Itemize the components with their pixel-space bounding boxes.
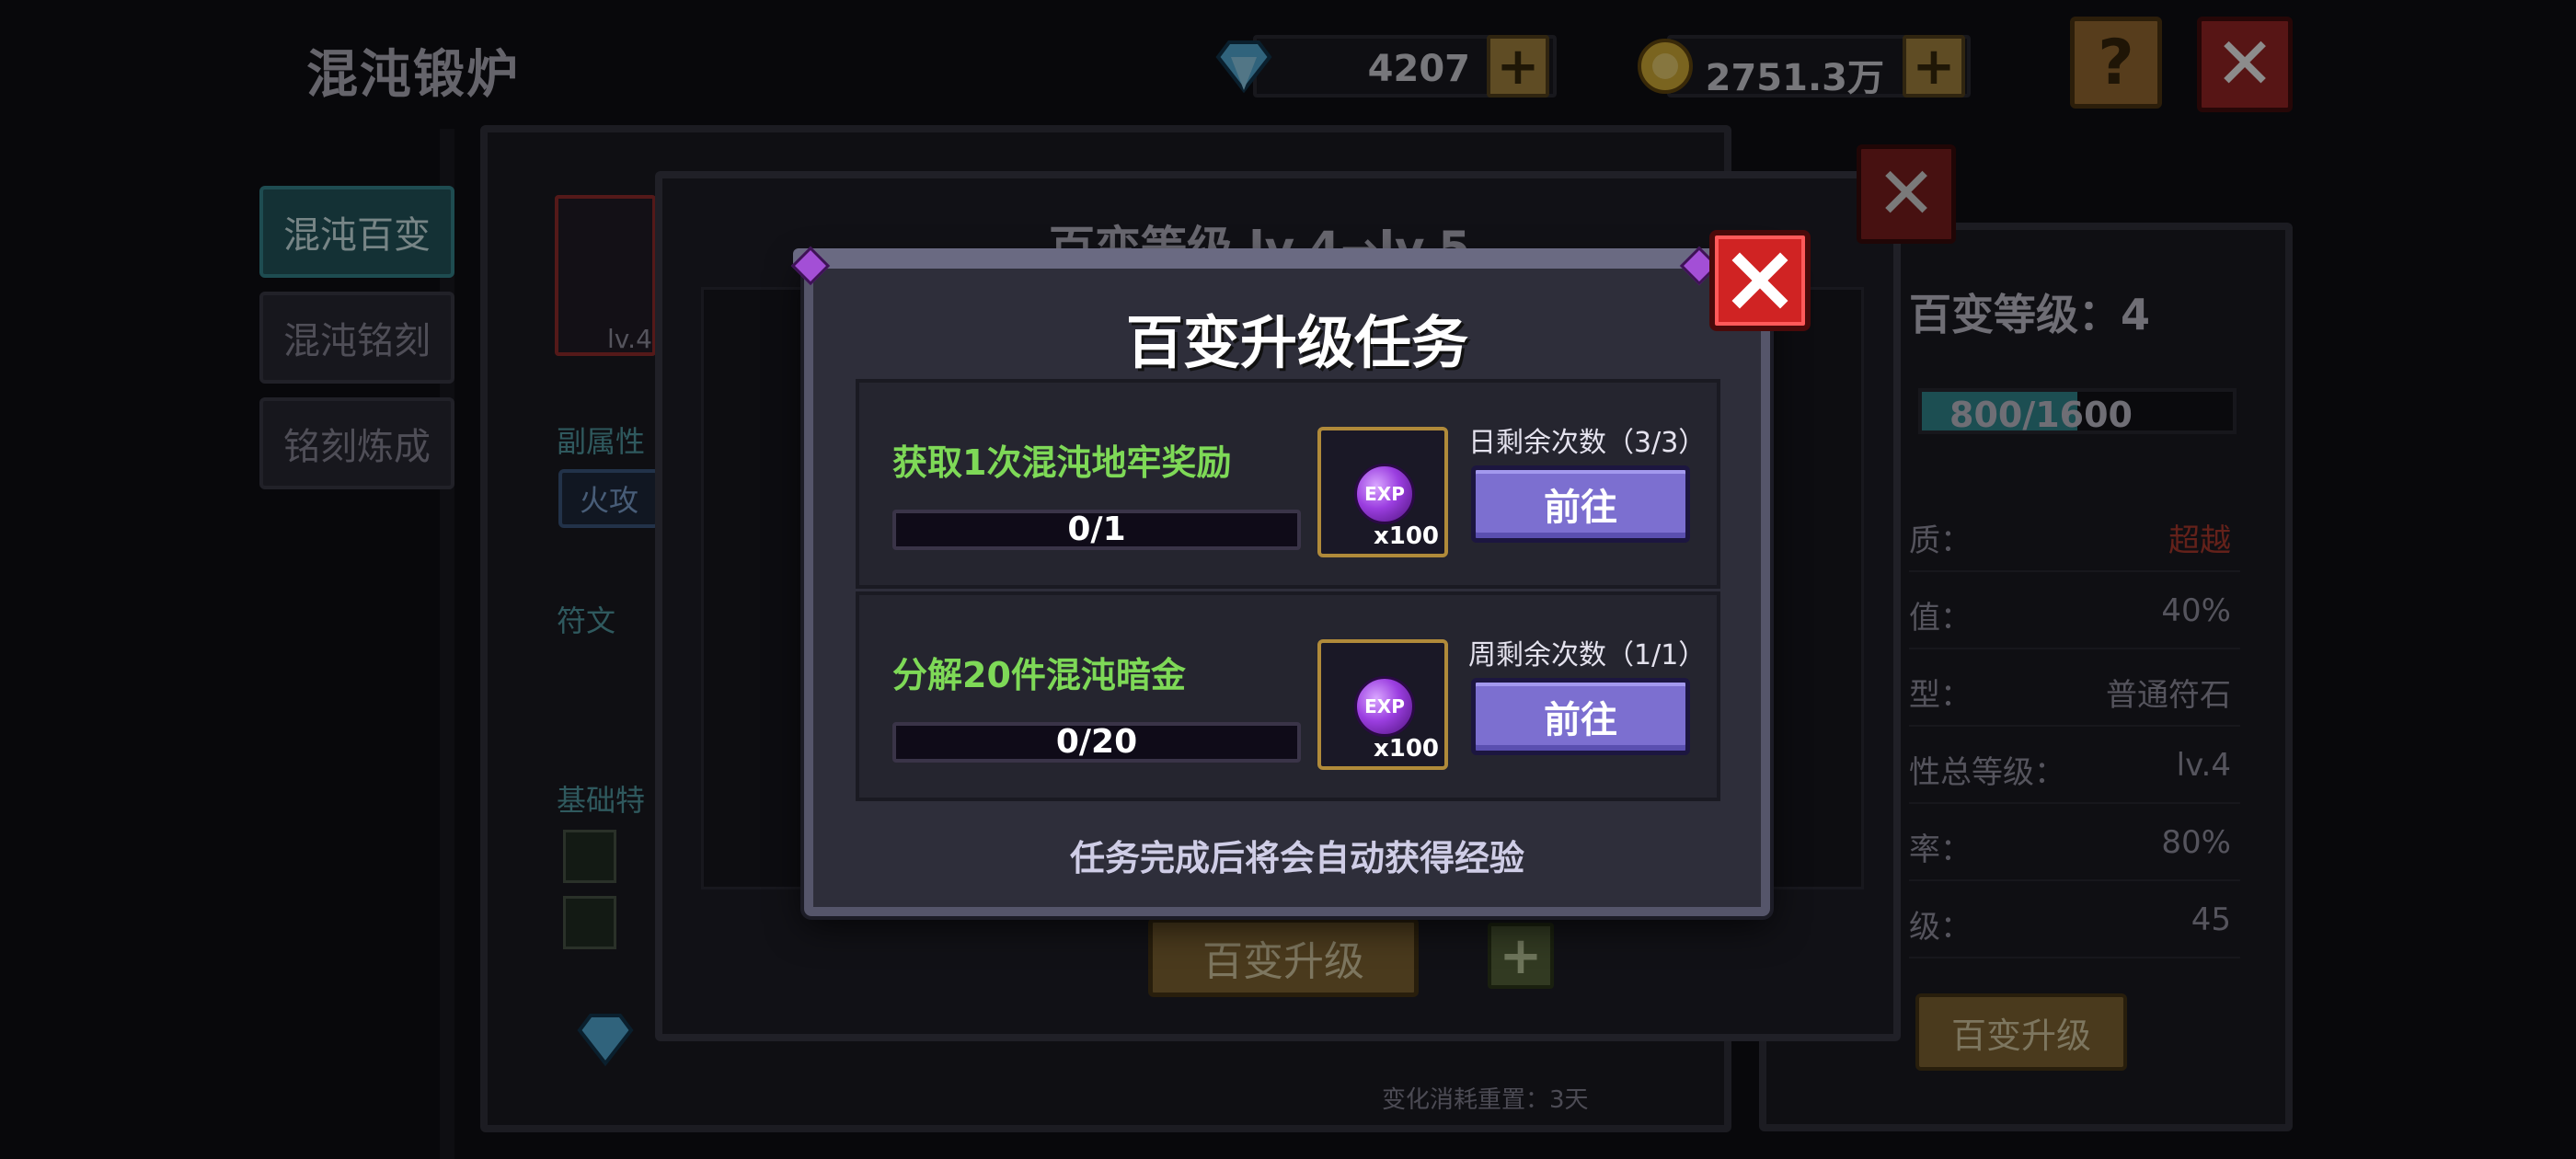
close-icon: ✕ [1876, 153, 1937, 235]
close-upgrade-panel-button[interactable]: ✕ [1857, 144, 1956, 244]
stat-value: 40% [2161, 592, 2231, 629]
close-dialog-button[interactable] [1709, 230, 1811, 331]
plus-icon: + [1499, 925, 1543, 986]
diamond-value: 4207 [1367, 48, 1470, 90]
add-gold-button[interactable]: + [1903, 35, 1965, 98]
exp-orb-icon: EXP [1354, 676, 1415, 737]
stat-value: 普通符石 [2106, 677, 2231, 714]
close-icon [1731, 252, 1788, 309]
task-progress-bar: 0/20 [892, 722, 1301, 763]
tab-inscribe-refine[interactable]: 铭刻炼成 [259, 397, 454, 489]
transform-level-title: 百变等级：4 [1909, 290, 2151, 339]
stat-key: 性总等级： [1909, 754, 2065, 791]
remaining-count: 日剩余次数（3/3） [1468, 427, 1707, 459]
stat-row: 率： 80% [1909, 806, 2240, 881]
base-label: 基础特 [557, 783, 646, 818]
go-button[interactable]: 前往 [1471, 465, 1690, 543]
character-level: lv.4 [607, 324, 652, 354]
stat-row: 性总等级： lv.4 [1909, 729, 2240, 804]
stat-value: 80% [2161, 824, 2231, 861]
dialog-top-ornament [793, 248, 1781, 269]
stat-value: 超越 [2168, 522, 2231, 559]
gold-value: 2751.3万 [1705, 57, 1884, 99]
stat-key: 值： [1909, 600, 1972, 637]
plus-icon: + [1912, 36, 1956, 97]
remaining-count: 周剩余次数（1/1） [1468, 639, 1707, 671]
close-forge-button[interactable]: ✕ [2197, 17, 2293, 112]
reset-note: 变化消耗重置：3天 [1382, 1086, 1589, 1114]
help-button[interactable]: ? [2070, 17, 2162, 109]
reward-slot[interactable]: EXP x100 [1317, 427, 1448, 557]
close-icon: ✕ [2214, 23, 2275, 106]
stat-key: 质： [1909, 522, 1972, 559]
reward-slot[interactable]: EXP x100 [1317, 639, 1448, 770]
task-name: 获取1次混沌地牢奖励 [892, 442, 1232, 483]
upgrade-button-right[interactable]: 百变升级 [1915, 993, 2127, 1071]
exp-orb-icon: EXP [1354, 464, 1415, 524]
task-row: 分解20件混沌暗金 0/20 EXP x100 周剩余次数（1/1） 前往 [856, 591, 1720, 801]
go-button[interactable]: 前往 [1471, 678, 1690, 755]
task-name: 分解20件混沌暗金 [892, 655, 1186, 695]
attr-chip[interactable]: 火攻 [558, 469, 660, 528]
diamond-icon [1215, 40, 1272, 94]
upgrade-button[interactable]: 百变升级 [1148, 918, 1419, 997]
stat-value: 45 [2191, 901, 2231, 938]
stat-key: 型： [1909, 677, 1972, 714]
stat-row: 级： 45 [1909, 883, 2240, 958]
add-material-button[interactable]: + [1488, 923, 1554, 989]
plus-icon: + [1496, 36, 1540, 97]
help-icon: ? [2098, 26, 2134, 99]
rune-label: 符文 [557, 603, 616, 638]
xp-text: 800/1600 [1949, 395, 2133, 435]
sub-attr-label: 副属性 [557, 424, 646, 459]
stat-value: lv.4 [2176, 747, 2231, 784]
task-row: 获取1次混沌地牢奖励 0/1 EXP x100 日剩余次数（3/3） 前往 [856, 379, 1720, 589]
task-progress-text: 0/20 [1055, 723, 1138, 761]
tab-chaos-inscribe[interactable]: 混沌铭刻 [259, 292, 454, 384]
skull-icon [563, 896, 616, 949]
dialog-footer-note: 任务完成后将会自动获得经验 [1069, 838, 1524, 878]
stat-key: 率： [1909, 832, 1972, 868]
stat-key: 级： [1909, 909, 1972, 946]
page-title: 混沌锻炉 [306, 45, 520, 105]
reward-quantity: x100 [1373, 522, 1439, 550]
reward-quantity: x100 [1373, 735, 1439, 763]
stat-row: 型： 普通符石 [1909, 651, 2240, 727]
add-diamond-button[interactable]: + [1487, 35, 1549, 98]
stat-row: 值： 40% [1909, 574, 2240, 649]
stat-row: 质： 超越 [1909, 497, 2240, 572]
diamond-icon [577, 1014, 634, 1067]
sidebar-scrollbar [440, 129, 454, 1159]
gold-coin-icon [1638, 39, 1693, 94]
task-progress-text: 0/1 [1067, 511, 1126, 548]
tab-chaos-transform[interactable]: 混沌百变 [259, 186, 454, 278]
dialog-title: 百变升级任务 [1125, 309, 1468, 376]
xp-bar: 800/1600 [1918, 388, 2237, 435]
sword-icon [563, 830, 616, 883]
task-progress-bar: 0/1 [892, 510, 1301, 550]
